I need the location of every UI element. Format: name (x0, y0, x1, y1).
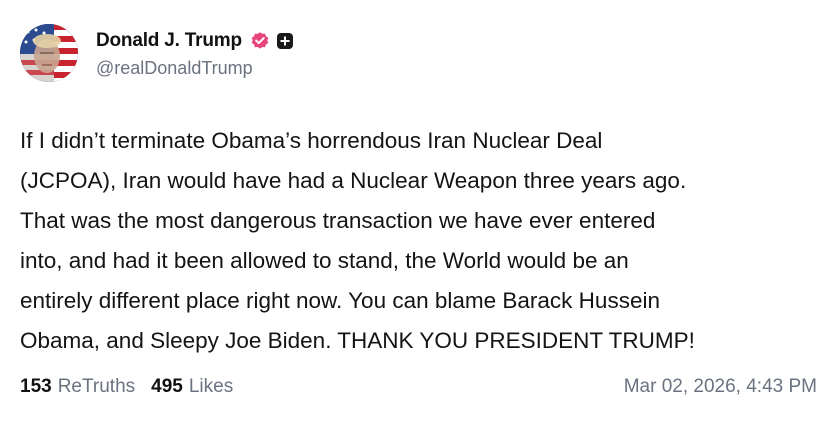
author-handle[interactable]: @realDonaldTrump (96, 58, 294, 79)
post-text-line: Obama, and Sleepy Joe Biden. THANK YOU P… (20, 328, 695, 353)
verified-badge-icon (250, 31, 270, 51)
avatar-image (20, 24, 78, 82)
post-text: If I didn’t terminate Obama’s horrendous… (20, 121, 820, 361)
author-identity: Donald J. Trump @realDonaldTrump (96, 24, 294, 82)
post-header: Donald J. Trump @realDonaldTrump (20, 22, 294, 84)
post-footer: 153 ReTruths 495 Likes Mar 02, 2026, 4:4… (20, 372, 820, 402)
retruths-stat[interactable]: 153 ReTruths (20, 376, 135, 398)
truth-post: Donald J. Trump @realDonaldTrump If I di… (0, 0, 840, 430)
post-text-line: entirely different place right now. You … (20, 288, 660, 313)
name-row: Donald J. Trump (96, 28, 294, 54)
retruths-label: ReTruths (57, 376, 136, 397)
post-timestamp[interactable]: Mar 02, 2026, 4:43 PM (624, 376, 817, 398)
post-text-line: That was the most dangerous transaction … (20, 208, 656, 233)
post-text-line: (JCPOA), Iran would have had a Nuclear W… (20, 168, 687, 193)
post-text-line: If I didn’t terminate Obama’s horrendous… (20, 128, 603, 153)
likes-stat[interactable]: 495 Likes (151, 376, 233, 398)
post-text-line: into, and had it been allowed to stand, … (20, 248, 629, 273)
avatar[interactable] (20, 24, 78, 82)
retruths-count: 153 (20, 376, 52, 397)
likes-count: 495 (151, 376, 183, 397)
display-name[interactable]: Donald J. Trump (96, 30, 242, 52)
plus-badge-icon (276, 32, 294, 50)
likes-label: Likes (188, 376, 234, 397)
